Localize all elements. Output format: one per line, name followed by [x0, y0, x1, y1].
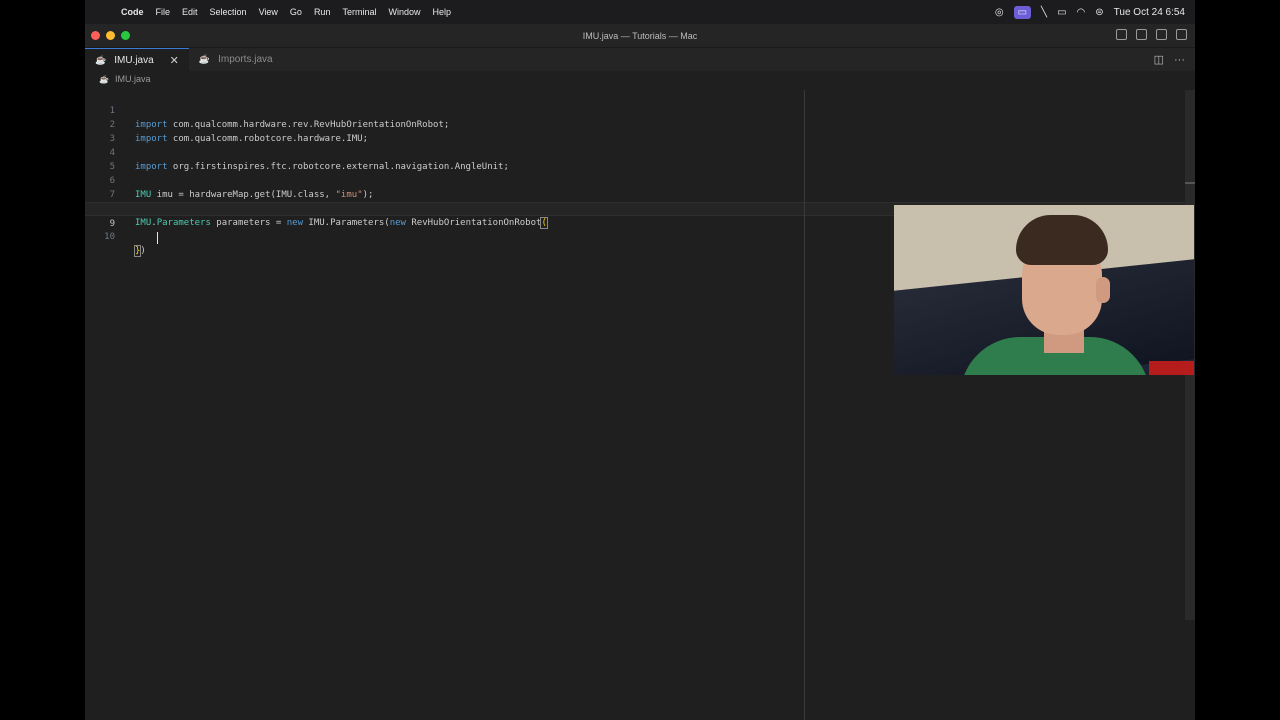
- tab-label: Imports.java: [218, 54, 273, 65]
- java-file-icon: ☕: [198, 54, 211, 64]
- line-number: 10: [104, 232, 115, 242]
- control-center-icon[interactable]: ⊜: [1095, 7, 1103, 18]
- scrollbar-marker: [1185, 182, 1195, 184]
- editor-ruler: [804, 90, 805, 720]
- presenter-hair: [1016, 215, 1108, 265]
- code-line[interactable]: 7: [85, 174, 1185, 200]
- window-controls: [91, 31, 130, 40]
- text-cursor: [157, 231, 158, 244]
- code-line[interactable]: 6 IMU imu = hardwareMap.get(IMU.class, "…: [85, 160, 1185, 200]
- code-text: ): [140, 246, 146, 256]
- code-line[interactable]: 4 import org.firstinspires.ftc.robotcore…: [85, 132, 1185, 172]
- webcam-overlay: [894, 205, 1194, 375]
- code-line[interactable]: 3: [85, 118, 1185, 144]
- editor-actions: ◫ ···: [1154, 48, 1195, 71]
- tab-imu-java[interactable]: ☕ IMU.java ✕: [85, 48, 189, 71]
- title-bar: IMU.java — Tutorials — Mac: [85, 24, 1195, 48]
- wifi-icon[interactable]: ◠: [1077, 7, 1086, 18]
- close-tab-icon[interactable]: ✕: [170, 54, 179, 67]
- menu-file[interactable]: File: [150, 7, 177, 17]
- toggle-secondary-sidebar-icon[interactable]: [1156, 29, 1167, 40]
- close-window-button[interactable]: [91, 31, 100, 40]
- minimize-window-button[interactable]: [106, 31, 115, 40]
- toggle-primary-sidebar-icon[interactable]: [1116, 29, 1127, 40]
- presenter-ear: [1096, 277, 1110, 303]
- menu-window[interactable]: Window: [382, 7, 426, 17]
- code-line[interactable]: 2 import com.qualcomm.robotcore.hardware…: [85, 104, 1185, 144]
- java-file-icon: ☕: [99, 74, 109, 84]
- creative-cloud-icon[interactable]: ◎: [995, 7, 1004, 18]
- tab-label: IMU.java: [114, 54, 154, 66]
- toggle-panel-icon[interactable]: [1136, 29, 1147, 40]
- code-line[interactable]: 1 import com.qualcomm.hardware.rev.RevHu…: [85, 90, 1185, 130]
- screen-recording-icon[interactable]: ▭: [1013, 5, 1032, 19]
- menu-run[interactable]: Run: [308, 7, 337, 17]
- java-file-icon: ☕: [95, 54, 107, 65]
- status-area: ◎ ▭ ╲ ▭ ◠ ⊜ Tue Oct 24 6:54: [995, 5, 1195, 19]
- menu-selection[interactable]: Selection: [204, 7, 253, 17]
- code-line[interactable]: 8 IMU.Parameters parameters = new IMU.Pa…: [85, 188, 1185, 229]
- breadcrumb: ☕ IMU.java: [85, 71, 1195, 87]
- layout-controls: [1116, 29, 1187, 40]
- menu-terminal[interactable]: Terminal: [336, 7, 382, 17]
- menu-app-code[interactable]: Code: [115, 7, 150, 17]
- tab-imports-java[interactable]: ☕ Imports.java: [189, 48, 283, 71]
- battery-icon[interactable]: ▭: [1057, 7, 1066, 18]
- tab-bar: ☕ IMU.java ✕ ☕ Imports.java ◫ ···: [85, 48, 1195, 71]
- menu-view[interactable]: View: [253, 7, 284, 17]
- maximize-window-button[interactable]: [121, 31, 130, 40]
- menu-go[interactable]: Go: [284, 7, 308, 17]
- menu-help[interactable]: Help: [426, 7, 457, 17]
- webcam-background: [1149, 361, 1194, 375]
- menu-edit[interactable]: Edit: [176, 7, 204, 17]
- code-line[interactable]: 5: [85, 146, 1185, 172]
- menu-clock[interactable]: Tue Oct 24 6:54: [1114, 7, 1185, 18]
- menu-bar: Code File Edit Selection View Go Run Ter…: [85, 0, 1195, 24]
- breadcrumb-file[interactable]: IMU.java: [115, 74, 151, 84]
- window-title: IMU.java — Tutorials — Mac: [582, 30, 698, 41]
- more-actions-icon[interactable]: ···: [1174, 54, 1185, 66]
- pen-icon[interactable]: ╲: [1041, 7, 1047, 18]
- split-editor-icon[interactable]: ◫: [1154, 53, 1164, 66]
- customize-layout-icon[interactable]: [1176, 29, 1187, 40]
- code-editor[interactable]: 1 import com.qualcomm.hardware.rev.RevHu…: [85, 90, 1185, 720]
